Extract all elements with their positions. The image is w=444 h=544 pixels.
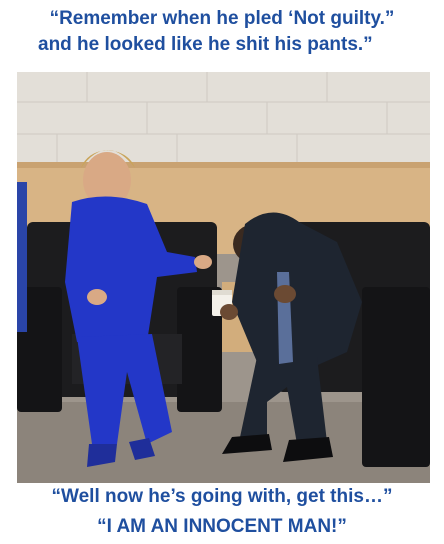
caption-top-line-2: and he looked like he shit his pants.”: [38, 34, 373, 55]
photo: [17, 72, 430, 483]
person-edge-left: [17, 182, 27, 332]
caption-bottom-line-2: “I AM AN INNOCENT MAN!”: [97, 516, 347, 537]
photo-scene: [17, 72, 430, 483]
caption-top-line-1: “Remember when he pled ‘Not guilty.”: [49, 8, 395, 29]
caption-bottom-line-1: “Well now he’s going with, get this…”: [51, 486, 393, 507]
